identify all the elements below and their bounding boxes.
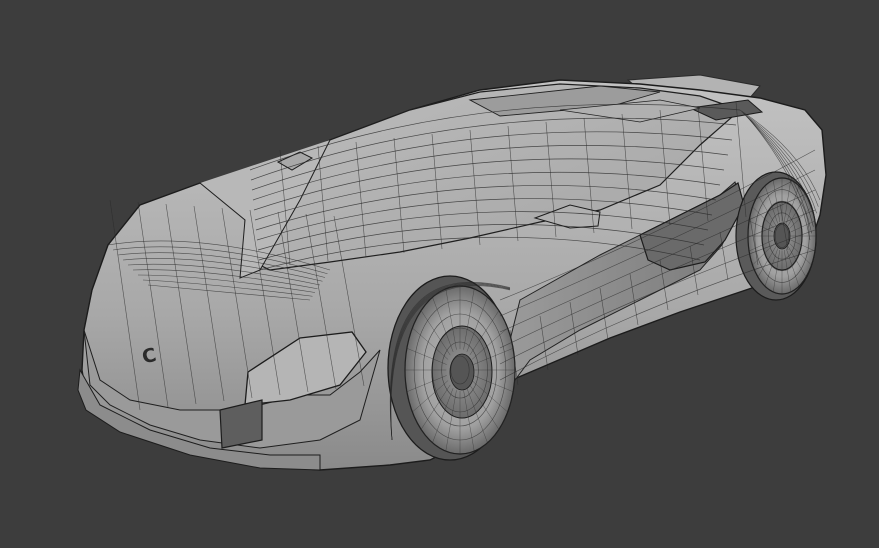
car-wireframe-render: C	[77, 74, 827, 471]
3d-viewport[interactable]: C	[0, 0, 879, 548]
